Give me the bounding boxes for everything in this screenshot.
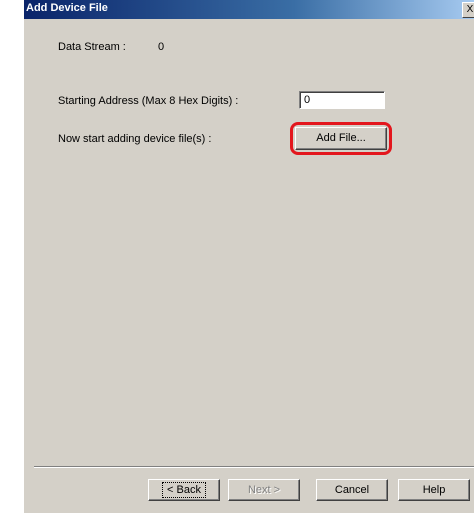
title-bar: Add Device File X — [24, 0, 474, 19]
highlight-annotation — [290, 122, 392, 155]
cancel-button[interactable]: Cancel — [316, 479, 388, 501]
back-button-label: < Back — [162, 482, 206, 498]
data-stream-value: 0 — [158, 41, 165, 53]
add-device-file-dialog: Add Device File X Data Stream : 0 Starti… — [24, 0, 474, 513]
help-button[interactable]: Help — [398, 479, 470, 501]
data-stream-label: Data Stream : — [58, 41, 126, 53]
footer-separator — [34, 466, 474, 468]
next-button[interactable]: Next > — [228, 479, 300, 501]
add-files-prompt: Now start adding device file(s) : — [58, 133, 212, 145]
starting-address-label: Starting Address (Max 8 Hex Digits) : — [58, 95, 239, 107]
starting-address-input[interactable]: 0 — [299, 91, 385, 109]
close-icon[interactable]: X — [462, 2, 474, 18]
dialog-title: Add Device File — [26, 2, 108, 14]
back-button[interactable]: < Back — [148, 479, 220, 501]
